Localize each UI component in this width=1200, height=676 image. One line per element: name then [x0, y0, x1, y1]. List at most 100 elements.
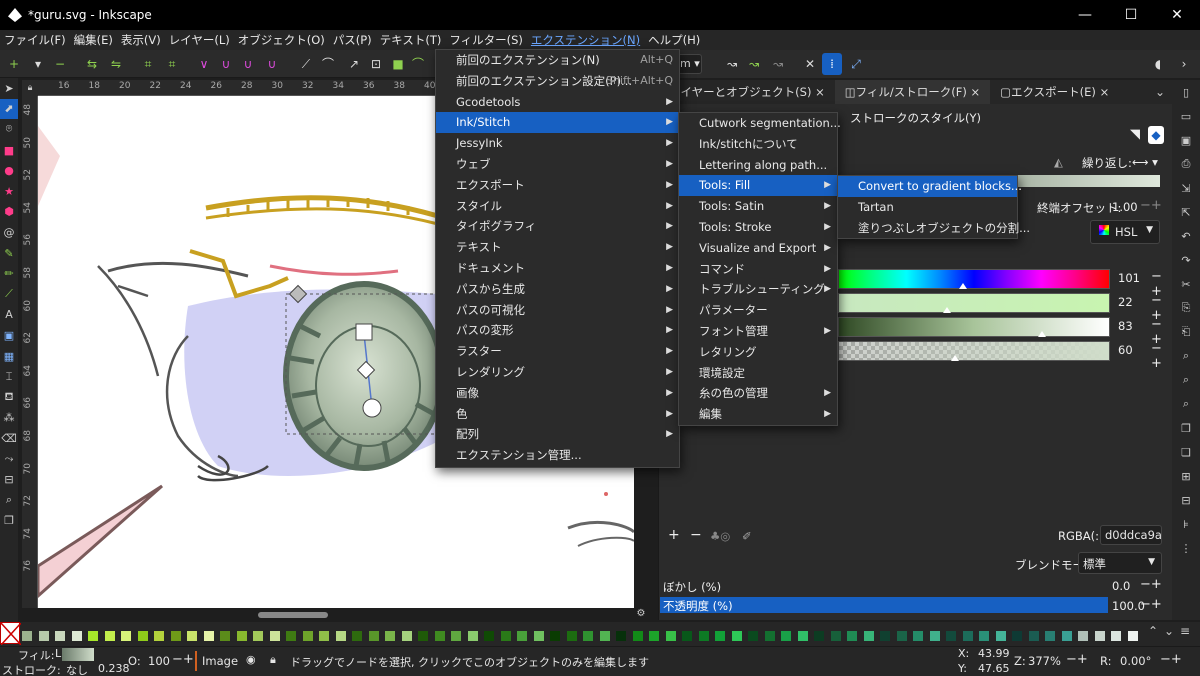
palette-swatch[interactable]	[913, 631, 923, 641]
palette-swatch[interactable]	[352, 631, 362, 641]
spray-tool-icon[interactable]: ⁂	[0, 408, 18, 429]
palette-swatch[interactable]	[616, 631, 626, 641]
symmetric-node-icon[interactable]: ∪	[240, 56, 256, 72]
menu-0[interactable]: ファイル(F)	[0, 32, 70, 48]
menu-item[interactable]: 前回のエクステンション(N) Alt+Q	[436, 50, 679, 71]
hue-value[interactable]: 101	[1118, 271, 1140, 285]
tab-layers[interactable]: レイヤーとオブジェクト(S) ×	[659, 80, 835, 104]
menu-item[interactable]: 糸の色の管理 ▶	[679, 383, 837, 404]
palette-swatch[interactable]	[236, 631, 247, 641]
more-commands-icon[interactable]: ⋮	[1172, 536, 1200, 560]
blur-value[interactable]: 0.0	[1112, 579, 1130, 593]
zoom-tool-icon[interactable]: ⌕	[0, 490, 18, 511]
menu-item[interactable]: Tools: Satin ▶	[679, 196, 837, 217]
menu-item[interactable]: JessyInk ▶	[436, 133, 679, 154]
lightness-marker[interactable]	[1038, 331, 1046, 337]
palette-swatch[interactable]	[896, 631, 907, 641]
gradient-tool-icon[interactable]: ▣	[0, 325, 18, 346]
eraser-tool-icon[interactable]: ⌫	[0, 428, 18, 449]
alpha-value[interactable]: 60	[1118, 343, 1133, 357]
redo-icon[interactable]: ↷	[1172, 248, 1200, 272]
break-path-icon[interactable]: ⇋	[108, 56, 124, 72]
palette-swatch[interactable]	[1111, 631, 1121, 641]
pages-tool-icon[interactable]: ❐	[0, 510, 18, 531]
palette-swatch[interactable]	[203, 631, 214, 641]
stroke-to-path-icon[interactable]: ⊡	[368, 56, 384, 72]
palette-swatch[interactable]	[583, 631, 593, 641]
join-nodes-icon[interactable]: ⇆	[84, 56, 100, 72]
menu-item[interactable]: パスの可視化 ▶	[436, 300, 679, 321]
palette-swatch[interactable]	[484, 631, 494, 641]
palette-swatch[interactable]	[566, 631, 577, 641]
path-effect-param-icon[interactable]: ↝	[770, 56, 786, 72]
menu-3[interactable]: レイヤー(L)	[165, 32, 234, 48]
zoom-drawing-icon[interactable]: ⌕	[1172, 368, 1200, 392]
palette-swatch[interactable]	[434, 631, 445, 641]
palette-swatch[interactable]	[929, 631, 940, 641]
gradient-end-handle[interactable]	[362, 398, 382, 418]
palette-swatch[interactable]	[1028, 631, 1039, 641]
menu-item[interactable]: ラスター ▶	[436, 341, 679, 362]
palette-icon[interactable]: ♣◎	[710, 529, 730, 543]
palette-swatch[interactable]	[137, 631, 148, 641]
zoom-selection-icon[interactable]: ⌕	[1172, 344, 1200, 368]
lock-icon[interactable]: 🔒︎	[270, 653, 276, 667]
palette-swatch[interactable]	[715, 631, 725, 641]
palette-swatch[interactable]	[286, 631, 296, 641]
menu-item[interactable]: テキスト ▶	[436, 237, 679, 258]
palette-swatch[interactable]	[319, 631, 329, 641]
menu-item[interactable]: パラメーター	[679, 300, 837, 321]
menu-item[interactable]: コマンド ▶	[679, 259, 837, 280]
calligraphy-tool-icon[interactable]: ⟋	[0, 284, 18, 305]
palette-up-icon[interactable]: ⌃	[1148, 624, 1158, 638]
print-icon[interactable]: ⎙	[1172, 152, 1200, 176]
rect-tool-icon[interactable]: ■	[0, 140, 18, 161]
object-to-path-icon[interactable]: ↗	[346, 56, 362, 72]
menu-item[interactable]: Ink/stitchについて	[679, 134, 837, 155]
horizontal-scrollbar[interactable]	[38, 608, 634, 622]
palette-swatch[interactable]	[682, 631, 692, 641]
palette-swatch[interactable]	[1127, 631, 1138, 641]
save-icon[interactable]: ▣	[1172, 128, 1200, 152]
menu-4[interactable]: オブジェクト(O)	[234, 32, 329, 48]
zoom-value[interactable]: 377%	[1028, 654, 1061, 668]
group-icon[interactable]: ⊞	[1172, 464, 1200, 488]
opacity-stepper[interactable]: −+	[1140, 597, 1162, 612]
menu-item[interactable]: タイポグラフィ ▶	[436, 216, 679, 237]
maximize-icon[interactable]: ☐	[1108, 0, 1154, 30]
close-icon[interactable]: ✕	[1154, 0, 1200, 30]
tweak-tool-icon[interactable]: ⌾	[0, 119, 18, 140]
opacity-stepper-status[interactable]: −+	[172, 652, 194, 667]
menu-item[interactable]: 編集 ▶	[679, 404, 837, 425]
connector-tool-icon[interactable]: ⤳	[0, 449, 18, 470]
menu-item[interactable]: スタイル ▶	[436, 196, 679, 217]
palette-swatch[interactable]	[880, 631, 890, 641]
zoom-stepper[interactable]: −+	[1066, 652, 1088, 667]
palette-swatch[interactable]	[38, 631, 49, 641]
palette-swatch[interactable]	[847, 631, 857, 641]
rotation-stepper[interactable]: −+	[1160, 652, 1182, 667]
menu-6[interactable]: テキスト(T)	[376, 32, 446, 48]
palette-down-icon[interactable]: ⌄	[1164, 624, 1174, 638]
end-offset-value[interactable]: 1.00	[1112, 200, 1138, 214]
palette-swatch[interactable]	[170, 631, 181, 641]
layer-name[interactable]: Image	[202, 654, 238, 668]
open-file-icon[interactable]: ▭	[1172, 104, 1200, 128]
palette-swatch[interactable]	[1094, 631, 1105, 641]
none-color-swatch[interactable]	[0, 622, 22, 646]
pen-tool-icon[interactable]: ✎	[0, 243, 18, 264]
palette-swatch[interactable]	[781, 631, 791, 641]
add-color-icon[interactable]: +	[668, 527, 680, 543]
line-segment-icon[interactable]: ⟋	[298, 56, 314, 72]
palette-swatch[interactable]	[451, 631, 461, 641]
color-picker-icon[interactable]: ✐	[742, 529, 752, 543]
menu-item[interactable]: Cutwork segmentation...	[679, 113, 841, 134]
palette-swatch[interactable]	[946, 631, 956, 641]
lightness-slider[interactable]: 83 −+	[838, 317, 1164, 347]
palette-swatch[interactable]	[1061, 631, 1072, 641]
cut-icon[interactable]: ✂	[1172, 272, 1200, 296]
quick-zoom-icon[interactable]: ⚙	[634, 608, 648, 622]
menu-5[interactable]: パス(P)	[329, 32, 376, 48]
menu-7[interactable]: フィルター(S)	[445, 32, 527, 48]
alpha-marker[interactable]	[950, 355, 959, 361]
